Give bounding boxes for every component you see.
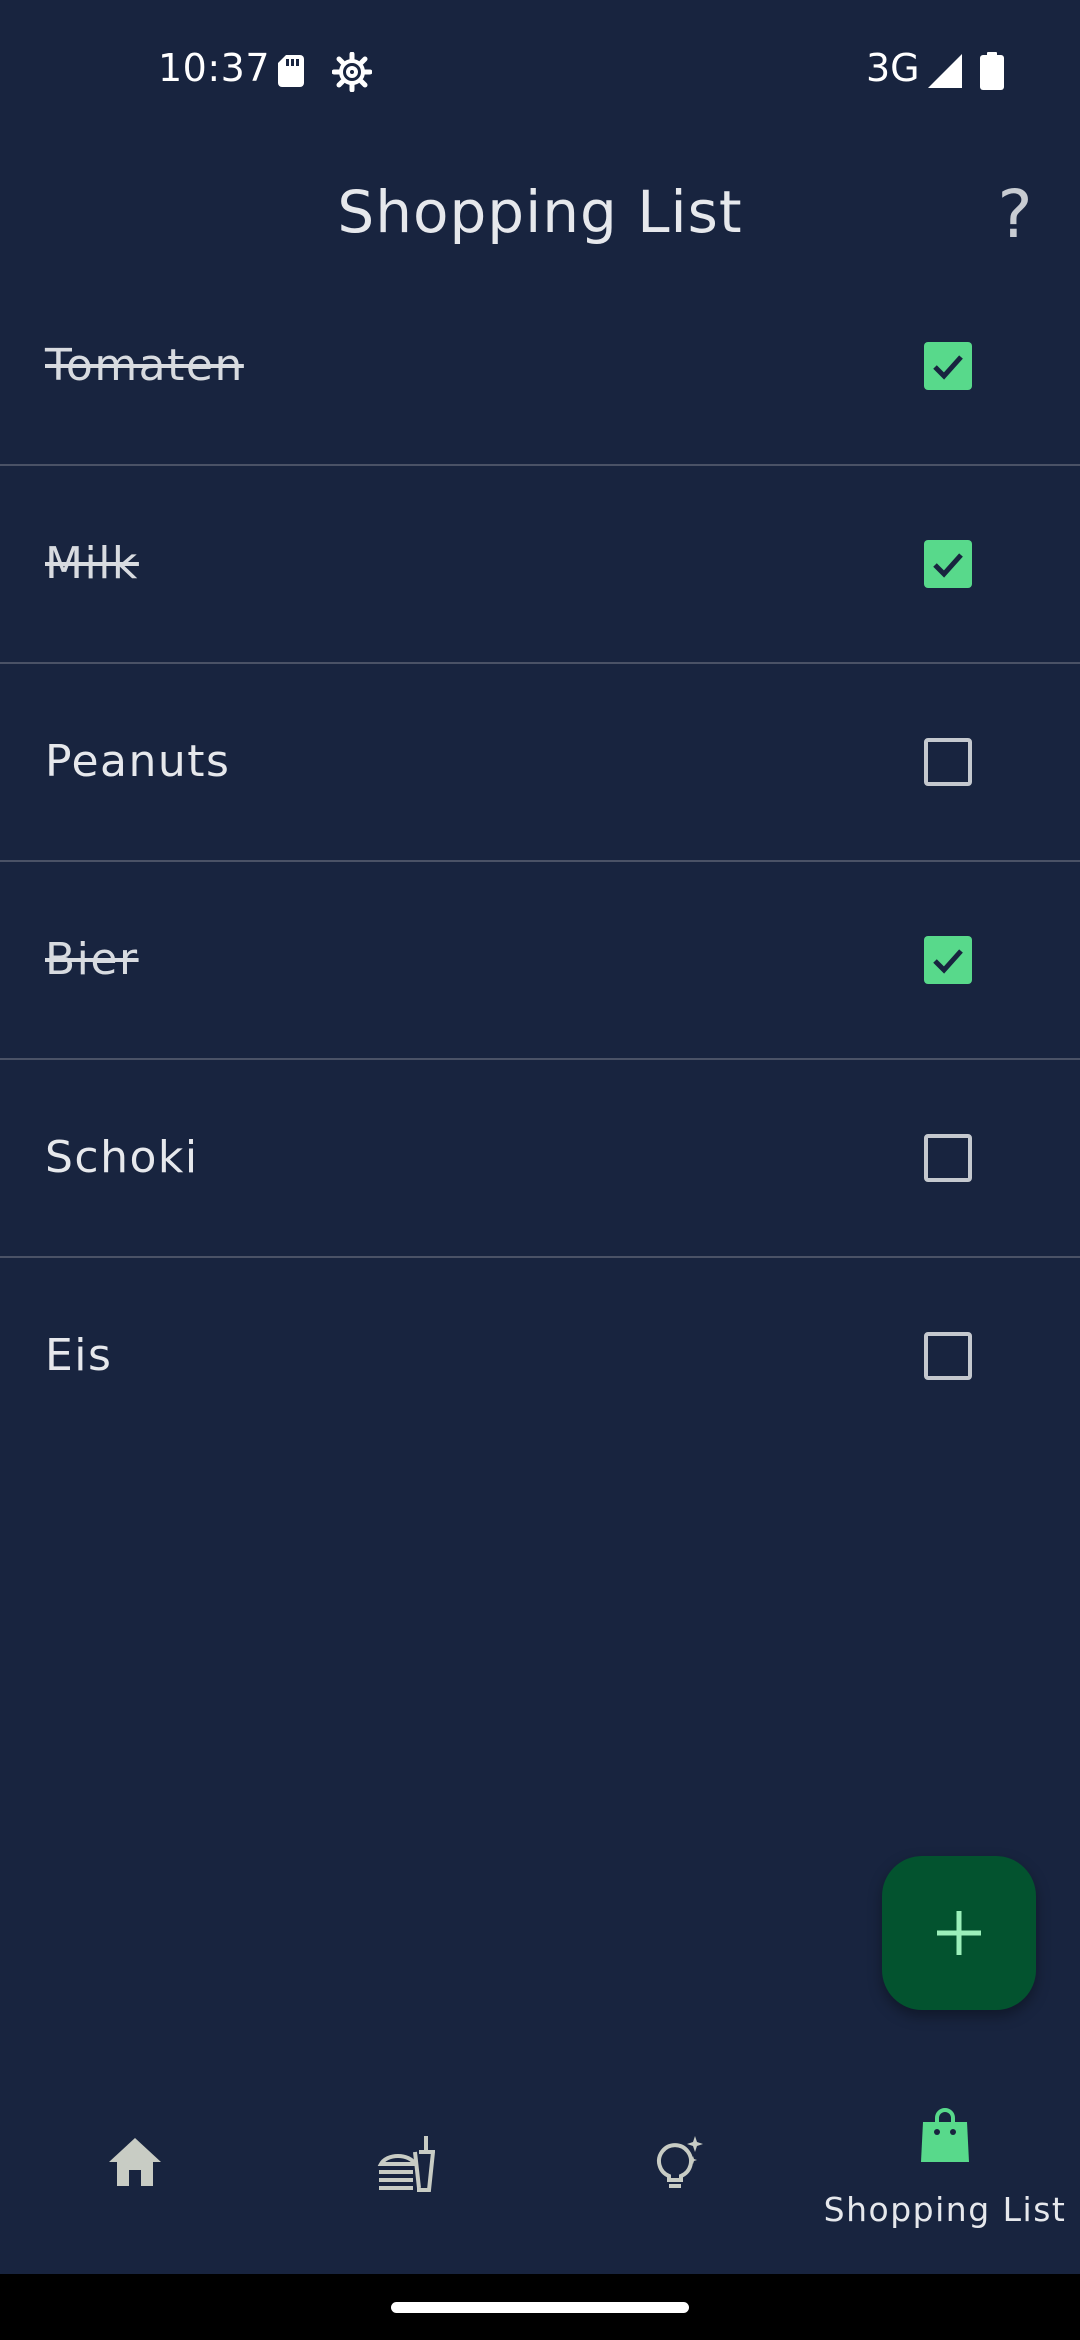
home-icon <box>109 2138 161 2186</box>
sd-card-icon <box>278 55 304 87</box>
network-type: 3G <box>866 46 920 90</box>
item-label: Milk <box>45 538 139 589</box>
item-checkbox-checked[interactable] <box>924 936 972 984</box>
item-label: Peanuts <box>45 736 231 787</box>
item-label: Bier <box>45 934 139 985</box>
list-item[interactable]: Peanuts <box>0 664 1080 862</box>
item-checkbox-unchecked[interactable] <box>924 738 972 786</box>
nav-item-shopping-list[interactable]: Shopping List <box>810 2060 1080 2274</box>
add-item-button[interactable] <box>882 1856 1036 2010</box>
app-bar: Shopping List ? <box>0 150 1080 280</box>
status-time: 10:37 <box>158 46 271 90</box>
list-item[interactable]: Milk <box>0 466 1080 664</box>
nav-item-dining[interactable] <box>270 2060 540 2274</box>
shopping-list: Tomaten Milk Peanuts Bier Schoki Eis <box>0 268 1080 1454</box>
plus-icon <box>937 1911 981 1955</box>
battery-icon <box>980 52 1004 90</box>
check-icon <box>933 355 963 380</box>
item-label: Eis <box>45 1330 113 1381</box>
nav-label: Shopping List <box>823 2190 1067 2229</box>
item-label: Tomaten <box>45 340 244 391</box>
bottom-navigation: Shopping List <box>0 2060 1080 2274</box>
list-item[interactable]: Schoki <box>0 1060 1080 1258</box>
page-title: Shopping List <box>337 178 743 246</box>
help-button[interactable]: ? <box>980 170 1050 260</box>
system-navigation-bar <box>0 2274 1080 2340</box>
home-gesture-handle[interactable] <box>391 2302 689 2313</box>
lightbulb-sparkle-icon <box>657 2136 703 2188</box>
nav-item-home[interactable] <box>0 2060 270 2274</box>
signal-icon <box>928 54 962 88</box>
item-checkbox-checked[interactable] <box>924 540 972 588</box>
settings-gear-icon <box>331 51 373 93</box>
nav-item-ideas[interactable] <box>540 2060 810 2274</box>
check-icon <box>933 553 963 578</box>
status-bar: 10:37 3G <box>0 0 1080 140</box>
shopping-bag-icon <box>921 2108 969 2162</box>
list-item[interactable]: Tomaten <box>0 268 1080 466</box>
app-screen: 10:37 3G Shopping List ? Tomaten Milk Pe… <box>0 0 1080 2274</box>
list-item[interactable]: Eis <box>0 1258 1080 1454</box>
dining-icon <box>377 2136 435 2192</box>
item-label: Schoki <box>45 1132 199 1183</box>
check-icon <box>933 949 963 974</box>
list-item[interactable]: Bier <box>0 862 1080 1060</box>
item-checkbox-unchecked[interactable] <box>924 1134 972 1182</box>
item-checkbox-unchecked[interactable] <box>924 1332 972 1380</box>
item-checkbox-checked[interactable] <box>924 342 972 390</box>
